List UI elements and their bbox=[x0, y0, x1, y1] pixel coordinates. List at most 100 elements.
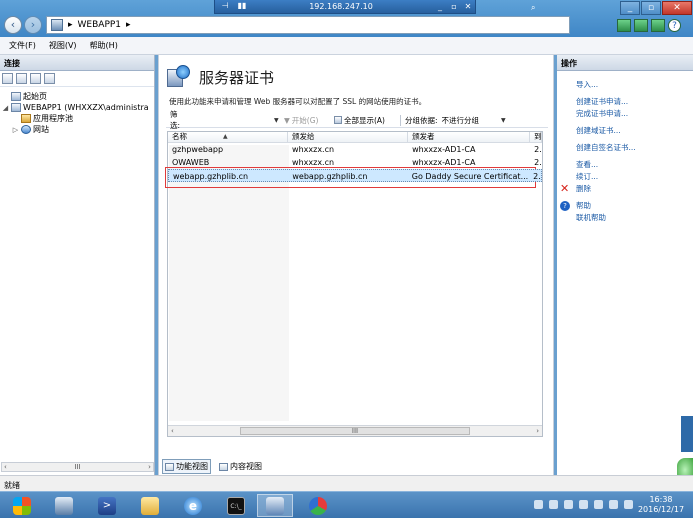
tray-security-icon[interactable] bbox=[534, 500, 543, 509]
action-item[interactable]: 查看... bbox=[557, 159, 693, 171]
collapse-icon[interactable]: ◢ bbox=[2, 104, 9, 112]
menu-view[interactable]: 视图(V) bbox=[49, 40, 77, 51]
scroll-right-icon[interactable]: › bbox=[536, 427, 539, 435]
taskbar-file-explorer[interactable] bbox=[132, 494, 168, 517]
page-description: 使用此功能来申请和管理 Web 服务器可以对配置了 SSL 的网站使用的证书。 bbox=[169, 97, 427, 106]
back-button[interactable]: ‹ bbox=[4, 16, 22, 34]
action-item[interactable]: 导入... bbox=[557, 79, 693, 91]
table-scrollbar[interactable]: ‹ III › bbox=[168, 425, 542, 436]
taskbar-app[interactable] bbox=[300, 494, 336, 517]
side-panel-tab[interactable] bbox=[681, 416, 693, 452]
group-by-dropdown-icon[interactable]: ▼ bbox=[501, 117, 511, 124]
menu-help[interactable]: 帮助(H) bbox=[90, 40, 118, 51]
action-item[interactable]: 创建自签名证书... bbox=[557, 142, 693, 154]
show-all-button[interactable]: 全部显示(A) bbox=[334, 115, 396, 126]
expand-icon[interactable]: ▷ bbox=[12, 126, 19, 134]
connect-server-icon[interactable] bbox=[2, 73, 13, 84]
taskbar-clock[interactable]: 16:38 2016/12/17 bbox=[632, 495, 690, 515]
table-row[interactable]: OWAWEB whxxzx.cn whxxzx-AD1-CA 20 bbox=[168, 156, 542, 169]
close-button[interactable]: ✕ bbox=[662, 1, 692, 15]
filter-input[interactable] bbox=[186, 114, 274, 126]
action-item[interactable]: 创建证书申请... bbox=[557, 96, 693, 108]
tree-item-sites[interactable]: ▷ 网站 bbox=[2, 124, 154, 135]
action-item[interactable]: 续订... bbox=[557, 171, 693, 183]
filter-dropdown-icon[interactable]: ▼ bbox=[274, 117, 284, 124]
actions-pane: 操作 导入... 创建证书申请... 完成证书申请... 创建域证书... 创建自签名证… bbox=[557, 55, 693, 475]
cell-expiration: 20 bbox=[533, 172, 541, 181]
scroll-right-icon[interactable]: › bbox=[148, 463, 151, 471]
column-issuer[interactable]: 颁发者 bbox=[408, 132, 531, 142]
column-issued-to[interactable]: 颁发给 bbox=[288, 132, 409, 142]
tab-features-view[interactable]: 功能视图 bbox=[162, 459, 211, 474]
address-bar[interactable]: ▸ WEBAPP1 ▸ bbox=[46, 16, 570, 34]
go-button[interactable]: ▼ 开始(G) bbox=[284, 115, 334, 126]
stop-icon[interactable] bbox=[634, 19, 648, 32]
taskbar-server-manager[interactable] bbox=[46, 494, 82, 517]
taskbar-command-prompt[interactable]: C:\_ bbox=[218, 494, 254, 517]
breadcrumb-separator-icon: ▸ bbox=[68, 20, 73, 30]
taskbar-powershell[interactable]: > bbox=[89, 494, 125, 517]
page-title: 服务器证书 bbox=[167, 65, 274, 89]
scroll-thumb[interactable]: III bbox=[240, 427, 470, 435]
taskbar-iis-manager[interactable] bbox=[257, 494, 293, 517]
app-pool-icon bbox=[21, 114, 31, 123]
start-button[interactable] bbox=[4, 494, 40, 517]
command-prompt-icon: C:\_ bbox=[227, 496, 245, 515]
action-item[interactable]: 完成证书申请... bbox=[557, 108, 693, 120]
connections-scrollbar[interactable]: ‹ III › bbox=[1, 462, 154, 472]
home-icon[interactable] bbox=[651, 19, 665, 32]
page-title-text: 服务器证书 bbox=[199, 68, 275, 87]
rdp-restore-button[interactable]: ▫ bbox=[447, 2, 461, 11]
minimize-button[interactable]: _ bbox=[620, 1, 640, 15]
save-icon[interactable] bbox=[16, 73, 27, 84]
add-connection-icon[interactable] bbox=[44, 73, 55, 84]
maximize-button[interactable]: ▫ bbox=[641, 1, 661, 15]
scroll-left-icon[interactable]: ‹ bbox=[171, 427, 174, 435]
rdp-close-button[interactable]: ✕ bbox=[461, 2, 475, 11]
cell-issued-to: whxxzx.cn bbox=[292, 158, 335, 167]
tray-network-icon[interactable] bbox=[549, 500, 558, 509]
group-by-select[interactable]: 不进行分组 bbox=[442, 115, 480, 126]
filter-label: 筛选: bbox=[170, 110, 181, 130]
forward-button[interactable]: › bbox=[24, 16, 42, 34]
status-bar: 就绪 bbox=[0, 475, 693, 491]
column-expiration[interactable]: 到 bbox=[530, 132, 542, 142]
table-row[interactable]: gzhpwebapp whxxzx.cn whxxzx-AD1-CA 20 bbox=[168, 143, 542, 156]
status-text: 就绪 bbox=[4, 481, 20, 490]
tree-item-start-page[interactable]: 起始页 bbox=[2, 91, 154, 102]
iis-manager-icon bbox=[266, 496, 284, 515]
action-item[interactable]: ✕ 删除 bbox=[557, 183, 693, 195]
refresh-icon[interactable] bbox=[30, 73, 41, 84]
menu-file[interactable]: 文件(F) bbox=[9, 40, 36, 51]
search-icon[interactable]: ⌕ bbox=[531, 3, 535, 13]
tree-item-server[interactable]: ◢ WEBAPP1 (WHXXZX\administra bbox=[2, 102, 154, 113]
breadcrumb-chevron-icon[interactable]: ▸ bbox=[126, 20, 131, 30]
powershell-icon: > bbox=[98, 496, 116, 515]
rdp-minimize-button[interactable]: _ bbox=[433, 2, 447, 11]
tray-flag-icon[interactable] bbox=[564, 500, 573, 509]
connect-icon[interactable] bbox=[617, 19, 631, 32]
scroll-left-icon[interactable]: ‹ bbox=[4, 463, 7, 471]
pin-icon[interactable]: ⊣ bbox=[218, 1, 232, 13]
tree-item-app-pools[interactable]: 应用程序池 bbox=[2, 113, 154, 124]
tray-volume-icon[interactable] bbox=[594, 500, 603, 509]
filter-bar: 筛选: ▼ ▼ 开始(G) 全部显示(A) 分组依据: 不进行分组 ▼ bbox=[166, 110, 548, 130]
action-label: 创建证书申请... bbox=[576, 97, 629, 106]
tab-content-view[interactable]: 内容视图 bbox=[217, 460, 264, 473]
table-row[interactable]: webapp.gzhplib.cn webapp.gzhplib.cn Go Dad… bbox=[168, 169, 542, 182]
action-label: 导入... bbox=[576, 80, 599, 89]
action-label: 续订... bbox=[576, 172, 599, 181]
taskbar-internet-explorer[interactable]: e bbox=[175, 494, 211, 517]
breadcrumb-webapp1[interactable]: WEBAPP1 bbox=[78, 20, 122, 30]
action-item[interactable]: 联机帮助 bbox=[557, 212, 693, 224]
tray-ime-icon[interactable] bbox=[609, 500, 618, 509]
table-header: 名称 ▲ 颁发给 颁发者 到 bbox=[168, 132, 542, 143]
action-label: 联机帮助 bbox=[576, 213, 606, 222]
action-item[interactable]: ? 帮助 bbox=[557, 200, 693, 212]
help-icon[interactable]: ? bbox=[668, 19, 681, 32]
remote-ip: 192.168.247.10 bbox=[309, 2, 373, 11]
column-name[interactable]: 名称 ▲ bbox=[168, 132, 289, 142]
action-item[interactable]: 创建域证书... bbox=[557, 125, 693, 137]
tray-display-icon[interactable] bbox=[579, 500, 588, 509]
group-by[interactable]: 分组依据: 不进行分组 ▼ bbox=[405, 115, 511, 126]
